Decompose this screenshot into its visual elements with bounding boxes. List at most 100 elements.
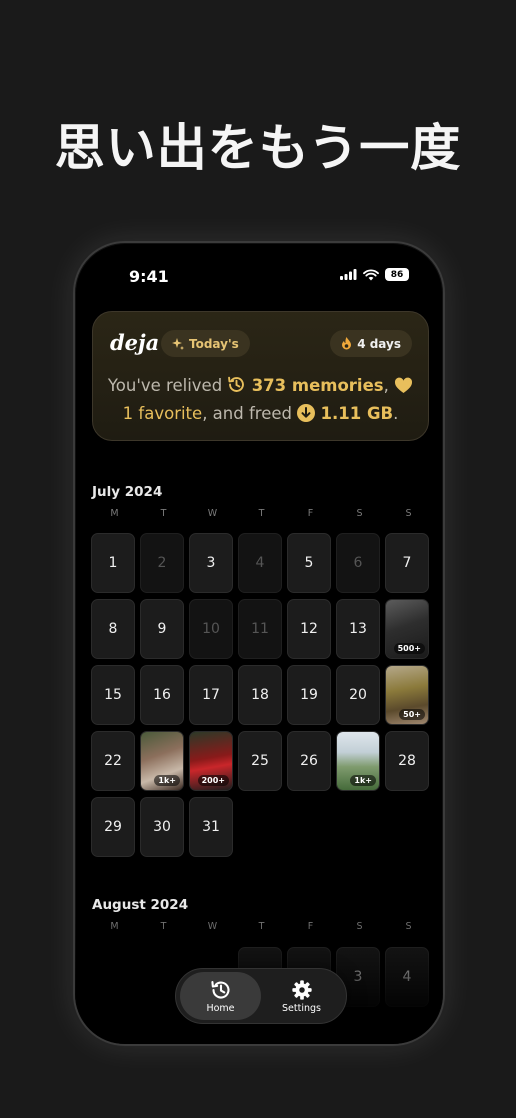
history-icon <box>228 376 245 392</box>
calendar-day[interactable]: 3 <box>189 533 233 593</box>
phone-frame: 9:41 86 deja Today's 4 days You've reliv… <box>73 241 445 1046</box>
day-number: 12 <box>300 621 318 637</box>
day-number: 2 <box>157 555 167 571</box>
calendar-day[interactable]: 1 <box>91 533 135 593</box>
day-number: 15 <box>104 687 122 703</box>
photo-count-badge: 1k+ <box>350 775 376 786</box>
weekday-label: M <box>110 508 119 519</box>
day-number: 11 <box>251 621 269 637</box>
day-number: 26 <box>300 753 318 769</box>
app-logo: deja <box>110 330 160 355</box>
calendar-day[interactable]: 1k+ <box>336 731 380 791</box>
freed-text: , and freed <box>202 404 292 423</box>
day-number: 20 <box>349 687 367 703</box>
summary-period: . <box>393 404 399 423</box>
calendar-day[interactable]: 11 <box>238 599 282 659</box>
day-number: 25 <box>251 753 269 769</box>
day-number: 1 <box>108 555 118 571</box>
memories-count: 373 memories <box>251 376 384 395</box>
weekday-header-july: M T W T F S S <box>90 508 433 519</box>
day-number: 3 <box>206 555 216 571</box>
tab-home[interactable]: Home <box>180 972 261 1020</box>
calendar-day[interactable]: 7 <box>385 533 429 593</box>
day-number: 18 <box>251 687 269 703</box>
weekday-label: S <box>405 508 412 519</box>
day-number: 17 <box>202 687 220 703</box>
calendar-day[interactable]: 1k+ <box>140 731 184 791</box>
history-icon <box>210 980 230 998</box>
day-number: 29 <box>104 819 122 835</box>
todays-label: Today's <box>189 336 239 351</box>
calendar-day[interactable]: 18 <box>238 665 282 725</box>
calendar-day[interactable]: 29 <box>91 797 135 857</box>
calendar-day[interactable]: 500+ <box>385 599 429 659</box>
status-time: 9:41 <box>129 267 169 286</box>
todays-button[interactable]: Today's <box>161 330 250 357</box>
calendar-day[interactable]: 200+ <box>189 731 233 791</box>
flame-icon <box>342 337 352 350</box>
summary-card: deja Today's 4 days You've relived 373 m… <box>92 311 429 441</box>
calendar-day[interactable]: 9 <box>140 599 184 659</box>
calendar-day[interactable]: 19 <box>287 665 331 725</box>
calendar-grid-july: 1 2 3 4 5 6 7 8 9 10 11 12 13 500+ 15 16 17 18 19 20 50+ 22 1k… <box>91 533 434 863</box>
streak-label: 4 days <box>357 336 401 351</box>
calendar-day[interactable]: 25 <box>238 731 282 791</box>
calendar-day[interactable]: 17 <box>189 665 233 725</box>
calendar-day[interactable]: 8 <box>91 599 135 659</box>
promo-headline: 思い出をもう一度 <box>54 119 462 177</box>
status-icons: 86 <box>340 268 409 281</box>
streak-badge[interactable]: 4 days <box>330 330 412 357</box>
day-number: 9 <box>157 621 167 637</box>
heart-icon <box>395 377 413 394</box>
calendar-day[interactable]: 26 <box>287 731 331 791</box>
calendar-day[interactable]: 15 <box>91 665 135 725</box>
tab-settings[interactable]: Settings <box>261 972 342 1020</box>
cellular-signal-icon <box>340 269 357 280</box>
day-number: 13 <box>349 621 367 637</box>
calendar-day[interactable]: 22 <box>91 731 135 791</box>
photo-count-badge: 500+ <box>393 643 425 654</box>
day-number: 19 <box>300 687 318 703</box>
calendar-day[interactable]: 5 <box>287 533 331 593</box>
day-number: 31 <box>202 819 220 835</box>
tab-bar: Home Settings <box>175 968 347 1024</box>
day-number: 30 <box>153 819 171 835</box>
calendar-day[interactable]: 4 <box>238 533 282 593</box>
calendar-day[interactable]: 13 <box>336 599 380 659</box>
summary-prefix: You've relived <box>107 376 223 395</box>
day-number: 22 <box>104 753 122 769</box>
download-icon <box>297 404 316 422</box>
sparkle-icon <box>172 337 184 350</box>
day-number: 6 <box>353 555 363 571</box>
month-title-august: August 2024 <box>92 897 189 913</box>
calendar-day[interactable]: 31 <box>189 797 233 857</box>
calendar-day[interactable]: 12 <box>287 599 331 659</box>
status-bar: 9:41 86 <box>75 243 443 309</box>
calendar-day[interactable]: 16 <box>140 665 184 725</box>
weekday-label: W <box>207 508 218 519</box>
calendar-day[interactable]: 20 <box>336 665 380 725</box>
favorites-count: 1 favorite <box>122 404 203 423</box>
calendar-day[interactable]: 10 <box>189 599 233 659</box>
battery-icon: 86 <box>385 268 409 281</box>
calendar-day[interactable]: 2 <box>140 533 184 593</box>
day-number: 5 <box>304 555 314 571</box>
calendar-day[interactable]: 28 <box>385 731 429 791</box>
day-number: 16 <box>153 687 171 703</box>
photo-count-badge: 50+ <box>399 709 425 720</box>
wifi-icon <box>363 268 379 280</box>
day-number: 8 <box>108 621 118 637</box>
photo-count-badge: 1k+ <box>154 775 180 786</box>
calendar-day[interactable]: 6 <box>336 533 380 593</box>
summary-comma: , <box>383 376 389 395</box>
calendar-day[interactable]: 50+ <box>385 665 429 725</box>
calendar-day[interactable]: 30 <box>140 797 184 857</box>
month-title-july: July 2024 <box>92 484 163 500</box>
day-number: 7 <box>402 555 412 571</box>
weekday-label: T <box>258 508 265 519</box>
tab-home-label: Home <box>206 1002 235 1014</box>
tab-settings-label: Settings <box>282 1002 321 1014</box>
weekday-label: S <box>356 508 363 519</box>
photo-count-badge: 200+ <box>197 775 229 786</box>
freed-size: 1.11 GB <box>320 404 394 423</box>
